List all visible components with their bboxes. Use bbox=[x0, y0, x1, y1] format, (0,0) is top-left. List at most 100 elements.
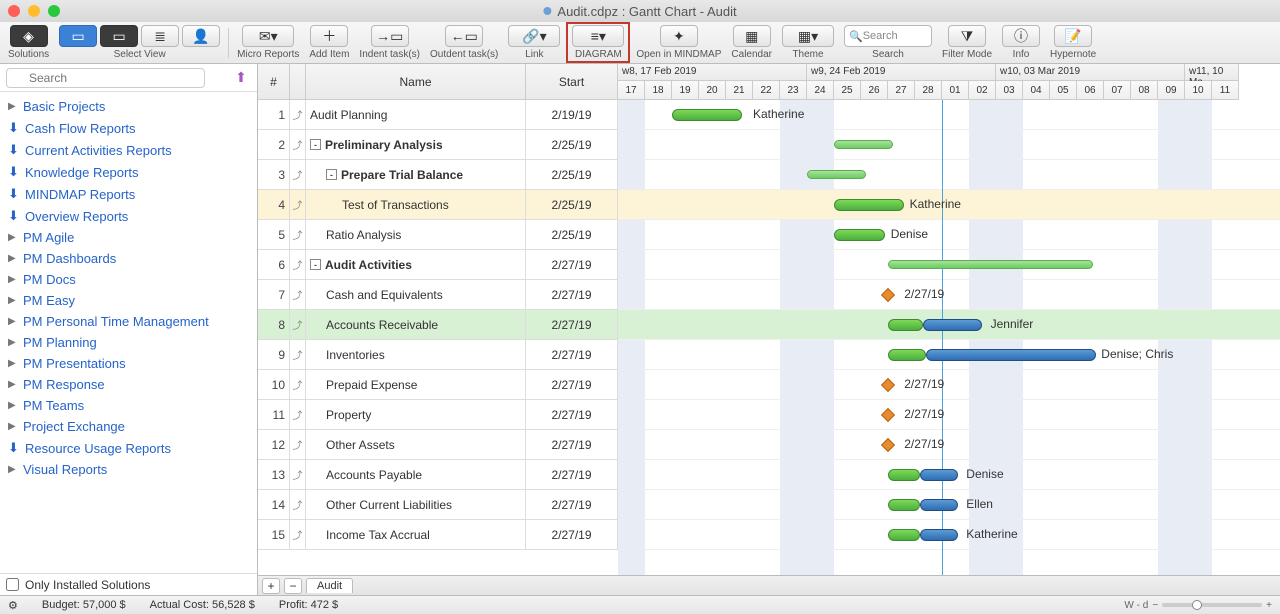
table-row[interactable]: 6⤴-Audit Activities2/27/19 bbox=[258, 250, 618, 280]
close-icon[interactable] bbox=[8, 5, 20, 17]
gantt-row[interactable]: Denise bbox=[618, 460, 1280, 490]
view-button-1[interactable]: ▭ bbox=[59, 25, 97, 47]
sidebar-item[interactable]: ⬇MINDMAP Reports bbox=[0, 183, 257, 205]
table-row[interactable]: 3⤴-Prepare Trial Balance2/25/19 bbox=[258, 160, 618, 190]
sidebar-item[interactable]: ▶PM Teams bbox=[0, 395, 257, 416]
table-row[interactable]: 5⤴Ratio Analysis2/25/19 bbox=[258, 220, 618, 250]
info-button[interactable]: ⓘ bbox=[1002, 25, 1040, 47]
sidebar-item[interactable]: ⬇Overview Reports bbox=[0, 205, 257, 227]
expand-icon[interactable]: - bbox=[310, 259, 321, 270]
gantt-bar[interactable] bbox=[672, 109, 742, 121]
sidebar-item[interactable]: ▶PM Presentations bbox=[0, 353, 257, 374]
gantt-bar[interactable] bbox=[834, 199, 904, 211]
calendar-button[interactable]: ▦ bbox=[733, 25, 771, 47]
table-row[interactable]: 15⤴Income Tax Accrual2/27/19 bbox=[258, 520, 618, 550]
only-installed-checkbox[interactable] bbox=[6, 578, 19, 591]
view-button-2[interactable]: ▭ bbox=[100, 25, 138, 47]
table-row[interactable]: 1⤴Audit Planning2/19/19 bbox=[258, 100, 618, 130]
gantt-row[interactable]: Katherine bbox=[618, 100, 1280, 130]
gantt-row[interactable]: 2/27/19 bbox=[618, 400, 1280, 430]
table-row[interactable]: 14⤴Other Current Liabilities2/27/19 bbox=[258, 490, 618, 520]
col-header-mark[interactable] bbox=[290, 64, 306, 100]
gantt-row[interactable] bbox=[618, 250, 1280, 280]
sidebar-item[interactable]: ▶PM Personal Time Management bbox=[0, 311, 257, 332]
sidebar-item[interactable]: ⬇Current Activities Reports bbox=[0, 139, 257, 161]
gantt-row[interactable]: Denise bbox=[618, 220, 1280, 250]
gantt-row[interactable] bbox=[618, 130, 1280, 160]
minimize-icon[interactable] bbox=[28, 5, 40, 17]
solutions-button[interactable]: ◈ bbox=[10, 25, 48, 47]
gantt-bar[interactable] bbox=[834, 229, 885, 241]
table-row[interactable]: 8⤴Accounts Receivable2/27/19 bbox=[258, 310, 618, 340]
table-row[interactable]: 13⤴Accounts Payable2/27/19 bbox=[258, 460, 618, 490]
outdent-button[interactable]: ←▭ bbox=[445, 25, 483, 47]
expand-icon[interactable]: - bbox=[326, 169, 337, 180]
gantt-row[interactable]: Katherine bbox=[618, 520, 1280, 550]
gantt-row[interactable]: Denise; Chris bbox=[618, 340, 1280, 370]
gantt-row[interactable]: Jennifer bbox=[618, 310, 1280, 340]
milestone-icon[interactable] bbox=[881, 288, 895, 302]
sidebar-item[interactable]: ⬇Resource Usage Reports bbox=[0, 437, 257, 459]
view-button-3[interactable]: ≣ bbox=[141, 25, 179, 47]
milestone-icon[interactable] bbox=[881, 438, 895, 452]
sheet-tab[interactable]: Audit bbox=[306, 578, 353, 593]
milestone-icon[interactable] bbox=[881, 378, 895, 392]
sidebar-item[interactable]: ▶Basic Projects bbox=[0, 96, 257, 117]
milestone-icon[interactable] bbox=[881, 408, 895, 422]
zoom-icon[interactable] bbox=[48, 5, 60, 17]
remove-sheet-button[interactable]: − bbox=[284, 578, 302, 594]
expand-icon[interactable]: - bbox=[310, 139, 321, 150]
table-row[interactable]: 7⤴Cash and Equivalents2/27/19 bbox=[258, 280, 618, 310]
micro-reports-button[interactable]: ✉▾ bbox=[242, 25, 294, 47]
gantt-row[interactable]: Katherine bbox=[618, 190, 1280, 220]
table-row[interactable]: 2⤴-Preliminary Analysis2/25/19 bbox=[258, 130, 618, 160]
gantt-bar[interactable] bbox=[920, 529, 958, 541]
diagram-button[interactable]: ≡▾ bbox=[572, 25, 624, 47]
gantt-bar[interactable] bbox=[834, 140, 893, 149]
sidebar-item[interactable]: ▶PM Response bbox=[0, 374, 257, 395]
gear-icon[interactable]: ⚙ bbox=[8, 599, 18, 612]
gantt-row[interactable]: Ellen bbox=[618, 490, 1280, 520]
table-row[interactable]: 4⤴Test of Transactions2/25/19 bbox=[258, 190, 618, 220]
gantt-bar[interactable] bbox=[888, 469, 920, 481]
sidebar-search-input[interactable] bbox=[6, 68, 205, 88]
sidebar-item[interactable]: ▶Project Exchange bbox=[0, 416, 257, 437]
gantt-bar[interactable] bbox=[920, 469, 958, 481]
gantt-bar[interactable] bbox=[888, 319, 923, 331]
gantt-row[interactable]: 2/27/19 bbox=[618, 430, 1280, 460]
col-header-start[interactable]: Start bbox=[526, 64, 618, 100]
gantt-bar[interactable] bbox=[888, 260, 1093, 269]
theme-button[interactable]: ▦▾ bbox=[782, 25, 834, 47]
gantt-bar[interactable] bbox=[888, 499, 920, 511]
link-button[interactable]: 🔗▾ bbox=[508, 25, 560, 47]
zoom-control[interactable]: W - d − + bbox=[1124, 600, 1272, 611]
add-sheet-button[interactable]: + bbox=[262, 578, 280, 594]
table-row[interactable]: 9⤴Inventories2/27/19 bbox=[258, 340, 618, 370]
table-row[interactable]: 10⤴Prepaid Expense2/27/19 bbox=[258, 370, 618, 400]
table-row[interactable]: 11⤴Property2/27/19 bbox=[258, 400, 618, 430]
sidebar-item[interactable]: ▶PM Planning bbox=[0, 332, 257, 353]
gantt-bar[interactable] bbox=[807, 170, 866, 179]
sidebar-item[interactable]: ▶PM Dashboards bbox=[0, 248, 257, 269]
gantt-row[interactable]: 2/27/19 bbox=[618, 370, 1280, 400]
gantt-bar[interactable] bbox=[926, 349, 1096, 361]
gantt-bar[interactable] bbox=[920, 499, 958, 511]
open-mindmap-button[interactable]: ✦ bbox=[660, 25, 698, 47]
gantt-bar[interactable] bbox=[923, 319, 982, 331]
indent-button[interactable]: →▭ bbox=[371, 25, 409, 47]
home-icon[interactable]: ⬆ bbox=[231, 68, 251, 88]
sidebar-item[interactable]: ▶PM Agile bbox=[0, 227, 257, 248]
gantt-bar[interactable] bbox=[888, 349, 926, 361]
add-item-button[interactable]: ＋ bbox=[310, 25, 348, 47]
gantt-row[interactable] bbox=[618, 160, 1280, 190]
gantt-bar[interactable] bbox=[888, 529, 920, 541]
search-input[interactable]: 🔍Search bbox=[844, 25, 932, 47]
sidebar-item[interactable]: ▶Visual Reports bbox=[0, 459, 257, 480]
col-header-name[interactable]: Name bbox=[306, 64, 526, 100]
sidebar-item[interactable]: ▶PM Easy bbox=[0, 290, 257, 311]
hypernote-button[interactable]: 📝 bbox=[1054, 25, 1092, 47]
filter-mode-button[interactable]: ⧩ bbox=[948, 25, 986, 47]
table-row[interactable]: 12⤴Other Assets2/27/19 bbox=[258, 430, 618, 460]
sidebar-item[interactable]: ⬇Cash Flow Reports bbox=[0, 117, 257, 139]
col-header-num[interactable]: # bbox=[258, 64, 290, 100]
